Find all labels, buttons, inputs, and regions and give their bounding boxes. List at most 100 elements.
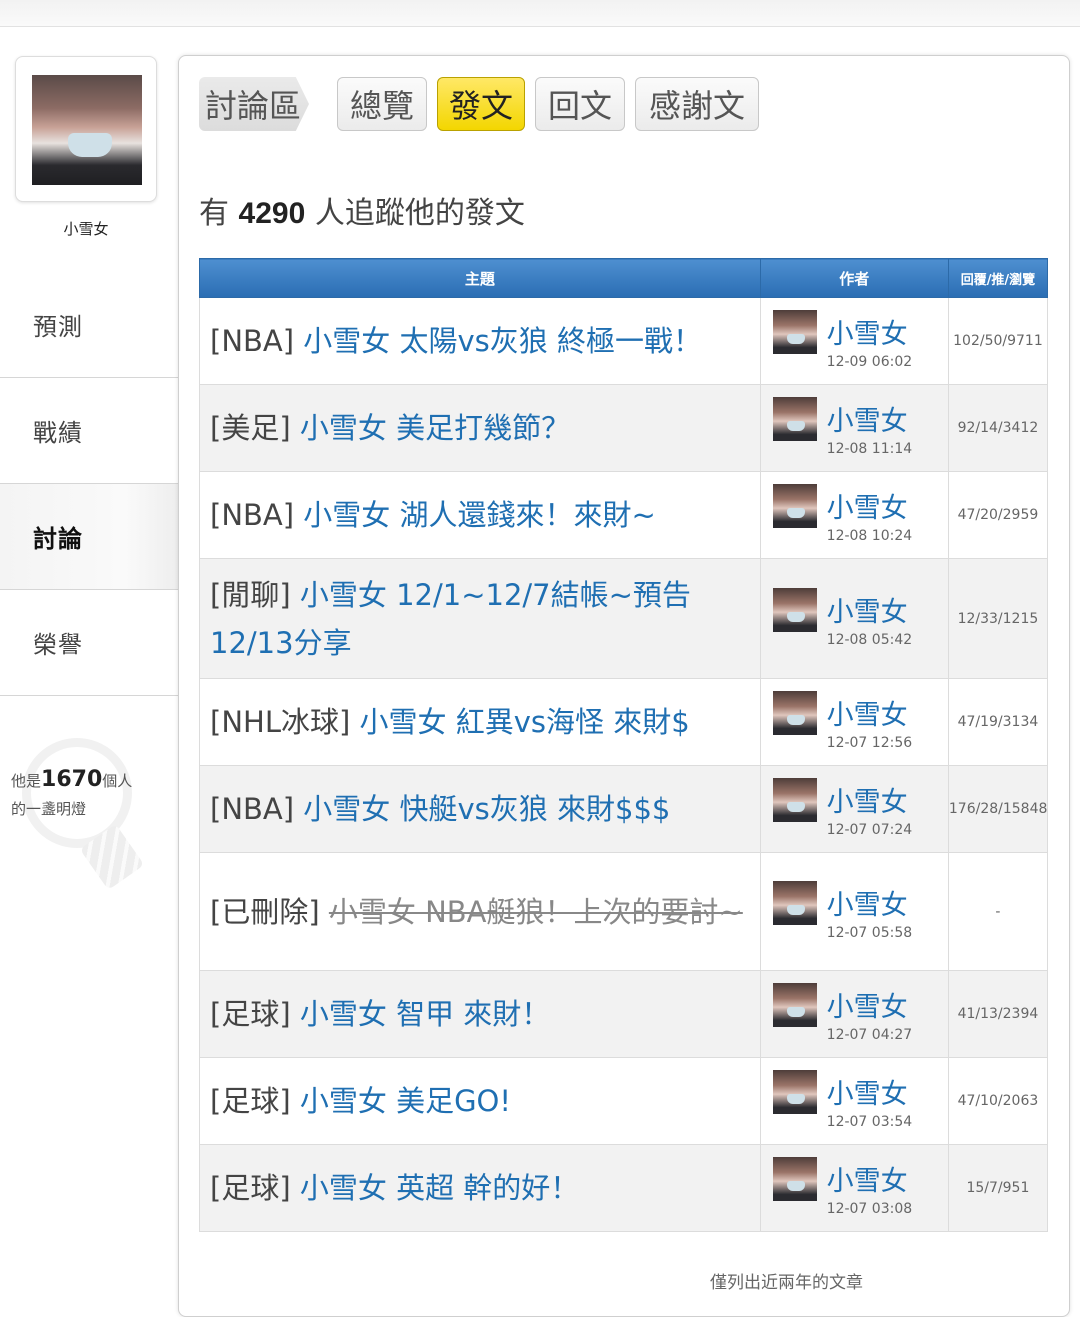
author-avatar[interactable] (772, 587, 817, 632)
light-suffix-2: 的一盞明燈 (11, 800, 87, 818)
post-subject-cell: [閒聊] 小雪女 12/1~12/7結帳~預告12/13分享 (199, 558, 761, 679)
side-nav-item-discussion[interactable]: 討論 (0, 484, 178, 590)
side-nav-item-honor[interactable]: 榮譽 (0, 590, 178, 696)
post-subject-cell: [NBA] 小雪女 湖人還錢來！來財~ (199, 471, 761, 559)
post-title-link[interactable]: 小雪女 美足打幾節？ (300, 411, 570, 445)
post-stats: - (947, 852, 1049, 971)
post-title-link[interactable]: 小雪女 智甲 來財！ (300, 997, 550, 1031)
post-title-link[interactable]: 小雪女 湖人還錢來！來財~ (303, 498, 656, 532)
author-name-link[interactable]: 小雪女 (827, 590, 908, 629)
followers-line: 有 4290 人追蹤他的發文 (199, 188, 525, 232)
light-count: 1670 (41, 767, 103, 792)
table-row[interactable]: [美足] 小雪女 美足打幾節？ 小雪女 12-08 11:14 92/14/3412 (199, 384, 1049, 472)
side-nav-item-predict[interactable]: 預測 (0, 272, 178, 378)
post-stats: 41/13/2394 (947, 970, 1049, 1058)
side-nav-item-record[interactable]: 戰績 (0, 378, 178, 484)
posts-table: 主題 作者 回覆/推/瀏覽 [NBA] 小雪女 太陽vs灰狼 終極一戰！ 小雪女 1… (199, 258, 1049, 1232)
post-time: 12-07 03:54 (826, 1114, 913, 1130)
post-subject-cell: [足球] 小雪女 美足GO! (199, 1057, 761, 1145)
post-stats: 176/28/15848 (947, 765, 1049, 853)
post-stats: 92/14/3412 (947, 384, 1049, 472)
post-subject-cell: [足球] 小雪女 英超 幹的好！ (199, 1144, 761, 1232)
table-row[interactable]: [足球] 小雪女 英超 幹的好！ 小雪女 12-07 03:08 15/7/951 (199, 1144, 1049, 1232)
author-avatar[interactable] (772, 778, 817, 822)
post-category: [NBA] (210, 792, 295, 826)
author-name-link[interactable]: 小雪女 (827, 1072, 908, 1111)
post-author-cell: 小雪女 12-07 04:27 (759, 970, 949, 1058)
post-category: [足球] (210, 997, 291, 1031)
table-row[interactable]: [NBA] 小雪女 湖人還錢來！來財~ 小雪女 12-08 10:24 47/20/2… (199, 471, 1049, 559)
post-category: [足球] (210, 1084, 291, 1118)
author-avatar[interactable] (772, 484, 817, 528)
post-subject-cell: [NBA] 小雪女 太陽vs灰狼 終極一戰！ (199, 297, 761, 385)
tab-thanks[interactable]: 感謝文 (635, 77, 759, 131)
post-category: [NBA] (210, 498, 295, 532)
header-subject: 主題 (199, 258, 761, 298)
author-name-link[interactable]: 小雪女 (827, 780, 908, 819)
author-avatar[interactable] (772, 1070, 817, 1114)
table-row[interactable]: [閒聊] 小雪女 12/1~12/7結帳~預告12/13分享 小雪女 12-08 0… (199, 558, 1049, 679)
post-stats: 12/33/1215 (947, 558, 1049, 679)
table-row[interactable]: [足球] 小雪女 美足GO! 小雪女 12-07 03:54 47/10/2063 (199, 1057, 1049, 1145)
light-suffix-1: 個人 (102, 772, 133, 790)
main-panel: 討論區 總覽 發文 回文 感謝文 有 4290 人追蹤他的發文 主題 作者 回覆… (178, 55, 1070, 1317)
table-row[interactable]: [已刪除] 小雪女 NBA艇狼！上次的要討~ 小雪女 12-07 05:58 - (199, 852, 1049, 971)
table-row[interactable]: [NHL冰球] 小雪女 紅異vs海怪 來財$ 小雪女 12-07 12:56 47/1… (199, 678, 1049, 766)
avatar (32, 75, 142, 185)
author-avatar[interactable] (772, 983, 817, 1027)
post-title-link[interactable]: 小雪女 英超 幹的好！ (300, 1171, 579, 1205)
post-time: 12-07 12:56 (826, 735, 913, 751)
author-name-link[interactable]: 小雪女 (827, 985, 908, 1024)
followers-count: 4290 (238, 197, 306, 230)
post-category: [足球] (210, 1171, 291, 1205)
top-edge-border (0, 0, 1080, 27)
header-stats: 回覆/推/瀏覽 (947, 258, 1049, 298)
post-title-link[interactable]: 小雪女 紅異vs海怪 來財$ (360, 705, 690, 739)
author-name-link[interactable]: 小雪女 (827, 486, 908, 525)
post-category: [已刪除] (210, 894, 320, 929)
followers-suffix: 人追蹤他的發文 (314, 196, 525, 231)
tab-overview[interactable]: 總覽 (337, 77, 427, 131)
post-title-link[interactable]: 小雪女 太陽vs灰狼 終極一戰！ (303, 324, 702, 358)
post-time: 12-07 03:08 (826, 1201, 913, 1217)
author-avatar[interactable] (772, 880, 817, 925)
post-author-cell: 小雪女 12-08 05:42 (759, 558, 949, 679)
tab-replies[interactable]: 回文 (535, 77, 625, 131)
post-subject-cell: [足球] 小雪女 智甲 來財！ (199, 970, 761, 1058)
breadcrumb[interactable]: 討論區 (199, 77, 309, 131)
post-subject-cell: [美足] 小雪女 美足打幾節？ (199, 384, 761, 472)
post-time: 12-07 05:58 (826, 924, 913, 941)
post-author-cell: 小雪女 12-09 06:02 (759, 297, 949, 385)
post-time: 12-07 07:24 (826, 822, 913, 838)
post-author-cell: 小雪女 12-07 12:56 (759, 678, 949, 766)
profile-name[interactable]: 小雪女 (0, 218, 172, 239)
post-stats: 15/7/951 (947, 1144, 1049, 1232)
author-avatar[interactable] (772, 1157, 817, 1201)
author-name-link[interactable]: 小雪女 (827, 399, 908, 438)
followers-prefix: 有 (199, 196, 229, 231)
post-title-link[interactable]: 小雪女 快艇vs灰狼 來財$$$ (303, 792, 670, 826)
post-title-link: 小雪女 NBA艇狼！上次的要討~ (328, 894, 743, 929)
author-name-link[interactable]: 小雪女 (827, 693, 908, 732)
post-author-cell: 小雪女 12-07 03:08 (759, 1144, 949, 1232)
post-author-cell: 小雪女 12-07 07:24 (759, 765, 949, 853)
author-name-link[interactable]: 小雪女 (827, 1159, 908, 1198)
author-name-link[interactable]: 小雪女 (827, 312, 908, 351)
table-row[interactable]: [NBA] 小雪女 快艇vs灰狼 來財$$$ 小雪女 12-07 07:24 176/… (199, 765, 1049, 853)
post-author-cell: 小雪女 12-08 11:14 (759, 384, 949, 472)
post-category: [NBA] (210, 324, 295, 358)
post-category: [NHL冰球] (210, 705, 351, 739)
post-time: 12-08 05:42 (826, 631, 913, 648)
profile-avatar-card[interactable] (15, 56, 157, 202)
author-avatar[interactable] (772, 310, 817, 354)
post-author-cell: 小雪女 12-07 03:54 (759, 1057, 949, 1145)
table-row[interactable]: [足球] 小雪女 智甲 來財！ 小雪女 12-07 04:27 41/13/2394 (199, 970, 1049, 1058)
author-avatar[interactable] (772, 397, 817, 441)
tab-posts[interactable]: 發文 (437, 77, 525, 131)
table-row[interactable]: [NBA] 小雪女 太陽vs灰狼 終極一戰！ 小雪女 12-09 06:02 102/… (199, 297, 1049, 385)
post-category: [閒聊] (210, 577, 291, 612)
post-title-link[interactable]: 小雪女 美足GO! (300, 1084, 511, 1118)
author-avatar[interactable] (772, 691, 817, 735)
author-name-link[interactable]: 小雪女 (827, 883, 908, 922)
post-time: 12-08 11:14 (826, 441, 913, 457)
